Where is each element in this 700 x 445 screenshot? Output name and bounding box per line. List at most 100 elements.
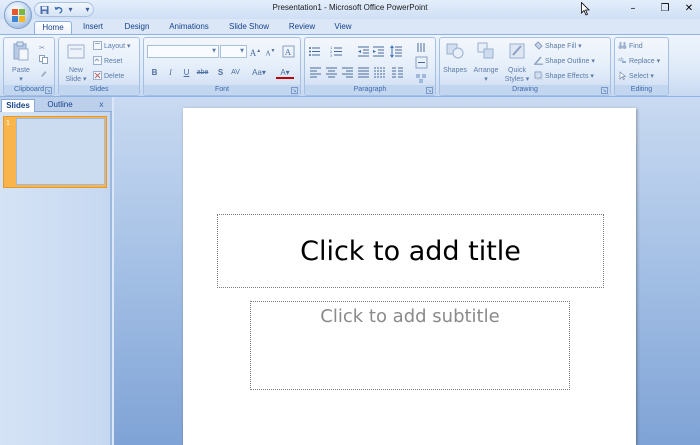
increase-indent-icon[interactable] (372, 45, 385, 58)
editing-group-label: Editing (615, 85, 668, 95)
slide-number: 1 (6, 120, 10, 127)
character-spacing-button[interactable]: AV (229, 66, 242, 79)
save-icon[interactable] (39, 5, 50, 15)
shrink-font-button[interactable]: A▼ (264, 45, 277, 58)
arrange-button[interactable]: Arrange ▾ (470, 41, 502, 84)
office-button[interactable] (4, 1, 32, 29)
select-button[interactable]: Select ▾ (618, 70, 654, 83)
shape-fill-label: Shape Fill (545, 43, 577, 50)
shape-outline-button[interactable]: Shape Outline ▾ (534, 55, 595, 68)
paragraph-launcher-icon[interactable]: ↘ (426, 87, 433, 94)
underline-button[interactable]: U (180, 66, 193, 79)
strikethrough-button[interactable]: abe (196, 66, 209, 79)
decrease-indent-icon[interactable] (357, 45, 370, 58)
ribbon-tabs: Home Insert Design Animations Slide Show… (34, 19, 700, 34)
customize-qat-icon[interactable]: ▾ (82, 5, 93, 15)
tab-insert[interactable]: Insert (76, 21, 110, 34)
shape-effects-button[interactable]: Shape Effects ▾ (534, 70, 594, 83)
font-color-button[interactable]: A▾ (276, 66, 294, 79)
format-painter-button[interactable] (39, 68, 50, 81)
drawing-group: Shapes Arrange ▾ Quick Styles ▾ Shape Fil… (439, 37, 611, 96)
cut-button[interactable]: ✂ (39, 40, 50, 53)
align-text-icon[interactable] (415, 56, 428, 69)
character-spacing-icon: AV (231, 69, 240, 76)
subtitle-placeholder-text: Click to add subtitle (320, 306, 500, 327)
tab-view[interactable]: View (330, 21, 356, 34)
delete-label: Delete (104, 73, 125, 80)
slide-thumbnail[interactable] (16, 118, 105, 185)
tab-design[interactable]: Design (120, 21, 154, 34)
shape-outline-icon (534, 56, 543, 65)
reset-button[interactable]: Reset (93, 55, 122, 68)
text-direction-icon[interactable] (415, 41, 428, 54)
font-family-select[interactable]: ▼ (147, 45, 219, 58)
tab-slides[interactable]: Slides (1, 99, 35, 112)
subtitle-placeholder[interactable]: Click to add subtitle (250, 301, 570, 390)
shape-effects-icon (534, 71, 543, 80)
shapes-button[interactable]: Shapes (441, 41, 469, 75)
replace-button[interactable]: ab Replace ▾ (618, 55, 660, 68)
tab-home[interactable]: Home (34, 21, 72, 34)
drawing-launcher-icon[interactable]: ↘ (601, 87, 608, 94)
font-size-select[interactable]: ▼ (220, 45, 247, 58)
bold-button[interactable]: B (148, 66, 161, 79)
bullets-icon[interactable] (308, 45, 321, 58)
chevron-down-icon: ▼ (212, 48, 216, 54)
font-launcher-icon[interactable]: ↘ (291, 87, 298, 94)
numbering-icon[interactable]: 123 (330, 45, 343, 58)
grow-font-button[interactable]: A▲ (249, 45, 262, 58)
paste-button[interactable]: Paste ▾ (6, 41, 36, 84)
shape-outline-label: Shape Outline (545, 58, 590, 65)
select-label: Select (629, 73, 649, 80)
svg-text:A: A (284, 48, 291, 57)
smartart-icon[interactable] (415, 71, 428, 84)
select-arrow-icon (619, 71, 627, 80)
font-group-label: Font (144, 85, 300, 95)
delete-icon (93, 71, 102, 80)
line-spacing-icon[interactable] (390, 45, 403, 58)
justify-icon[interactable] (357, 66, 370, 79)
tab-animations[interactable]: Animations (166, 21, 212, 34)
shape-effects-label: Shape Effects (545, 73, 589, 80)
pane-tabs: Slides Outline (0, 97, 112, 112)
office-logo-icon (12, 9, 25, 22)
italic-button[interactable]: I (164, 66, 177, 79)
layout-button[interactable]: Layout ▾ (93, 40, 131, 53)
distributed-icon[interactable] (373, 66, 386, 79)
cut-icon: ✂ (39, 45, 45, 52)
tab-slide-show[interactable]: Slide Show (224, 21, 274, 34)
text-shadow-button[interactable]: S (214, 66, 227, 79)
arrange-icon (477, 42, 494, 59)
clear-formatting-button[interactable]: A (282, 45, 295, 58)
undo-dropdown-icon[interactable]: ▾ (65, 5, 76, 15)
restore-button[interactable]: ❐ (654, 2, 676, 16)
paragraph-group-label: Paragraph (305, 85, 435, 95)
binoculars-icon (618, 42, 627, 49)
format-painter-icon (41, 71, 47, 77)
close-pane-icon[interactable]: x (99, 100, 107, 109)
find-button[interactable]: Find (618, 40, 643, 53)
new-slide-label-1: New (68, 67, 83, 74)
copy-button[interactable] (39, 54, 50, 67)
columns-icon[interactable] (391, 66, 404, 79)
slides-group: New Slide ▾ Layout ▾ Reset Delete Slides (58, 37, 140, 96)
title-placeholder[interactable]: Click to add title (217, 214, 604, 288)
close-button[interactable]: ✕ (678, 2, 700, 16)
align-left-icon[interactable] (309, 66, 322, 79)
align-center-icon[interactable] (325, 66, 338, 79)
change-case-button[interactable]: Aa▾ (250, 66, 268, 79)
minimize-button[interactable]: – (622, 2, 644, 16)
paragraph-group: 123 Paragraph ↘ (304, 37, 436, 96)
tab-review[interactable]: Review (286, 21, 318, 34)
tab-outline[interactable]: Outline (40, 99, 80, 112)
new-slide-label-2: Slide (65, 76, 82, 83)
delete-button[interactable]: Delete (93, 70, 124, 83)
shape-fill-button[interactable]: Shape Fill ▾ (534, 40, 582, 53)
quick-styles-button[interactable]: Quick Styles ▾ (502, 41, 532, 84)
find-label: Find (629, 43, 643, 50)
align-right-icon[interactable] (341, 66, 354, 79)
clipboard-launcher-icon[interactable]: ↘ (45, 87, 52, 94)
editing-group: Find ab Replace ▾ Select ▾ Editing (614, 37, 669, 96)
undo-icon[interactable] (53, 5, 64, 15)
new-slide-button[interactable]: New Slide ▾ (61, 41, 91, 84)
